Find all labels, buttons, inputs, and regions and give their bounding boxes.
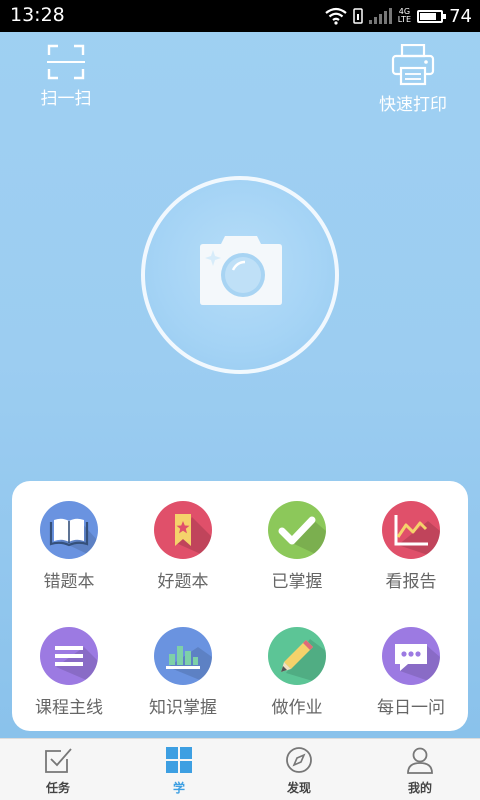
grid-item-report[interactable]: 看报告 xyxy=(356,501,466,592)
grid-item-label: 每日一问 xyxy=(377,698,445,718)
grid-item-label: 错题本 xyxy=(43,572,95,592)
grid-item-label: 课程主线 xyxy=(35,698,103,718)
scan-button[interactable]: 扫一扫 xyxy=(30,44,102,109)
grid-item-course-mainline[interactable]: 课程主线 xyxy=(14,627,124,718)
grid-item-wrong-questions[interactable]: 错题本 xyxy=(14,501,124,592)
tab-discover[interactable]: 发现 xyxy=(259,745,339,796)
bar-chart-icon xyxy=(154,627,212,685)
grid-item-knowledge-mastery[interactable]: 知识掌握 xyxy=(128,627,238,718)
tab-label: 发现 xyxy=(286,781,311,795)
book-icon xyxy=(40,501,98,559)
status-icons: 4G LTE 74 xyxy=(325,5,472,27)
tab-label: 任务 xyxy=(45,781,70,795)
network-type: 4G LTE xyxy=(397,7,412,24)
tab-tasks[interactable]: 任务 xyxy=(18,745,98,796)
scan-icon xyxy=(47,44,85,80)
compass-icon xyxy=(286,747,312,773)
quick-print-button[interactable]: 快速打印 xyxy=(372,44,454,115)
grid-item-label: 好题本 xyxy=(157,572,209,592)
grid-item-daily-question[interactable]: 每日一问 xyxy=(356,627,466,718)
grid-item-homework[interactable]: 做作业 xyxy=(242,627,352,718)
person-icon xyxy=(407,747,433,774)
grid-item-label: 看报告 xyxy=(385,572,437,592)
task-check-icon xyxy=(45,748,72,773)
tab-learn[interactable]: 学 xyxy=(139,745,219,796)
grid-icon xyxy=(166,747,192,773)
chat-bubble-icon xyxy=(382,627,440,685)
camera-icon xyxy=(200,236,282,305)
grid-item-mastered[interactable]: 已掌握 xyxy=(242,501,352,592)
pencil-icon xyxy=(268,627,326,685)
screen: 13:28 4G LTE 74 扫一扫 快速打印 错题本 好题本 已掌握 看报告… xyxy=(0,0,480,800)
status-bar: 13:28 4G LTE 74 xyxy=(0,0,480,32)
battery-percent: 74 xyxy=(449,5,472,27)
battery-icon xyxy=(417,9,447,23)
feature-panel: 错题本 好题本 已掌握 看报告 课程主线 知识掌握 做作业 每日一问 xyxy=(12,481,468,731)
bottom-nav: 任务 学 发现 我的 xyxy=(0,738,480,800)
tab-label: 我的 xyxy=(407,781,432,795)
grid-item-label: 已掌握 xyxy=(271,572,323,592)
battery-level xyxy=(420,12,437,20)
status-time: 13:28 xyxy=(10,4,65,26)
tab-mine[interactable]: 我的 xyxy=(380,745,460,796)
wifi-icon xyxy=(325,7,347,25)
report-chart-icon xyxy=(382,501,440,559)
list-icon xyxy=(40,627,98,685)
check-icon xyxy=(268,501,326,559)
printer-icon xyxy=(391,44,435,86)
grid-item-good-questions[interactable]: 好题本 xyxy=(128,501,238,592)
sim-icon xyxy=(353,8,363,24)
quick-print-label: 快速打印 xyxy=(379,95,447,115)
grid-item-label: 做作业 xyxy=(271,698,323,718)
grid-item-label: 知识掌握 xyxy=(149,698,217,718)
bookmark-star-icon xyxy=(154,501,212,559)
signal-icon xyxy=(368,8,392,24)
tab-label: 学 xyxy=(172,781,185,795)
scan-label: 扫一扫 xyxy=(40,89,92,109)
